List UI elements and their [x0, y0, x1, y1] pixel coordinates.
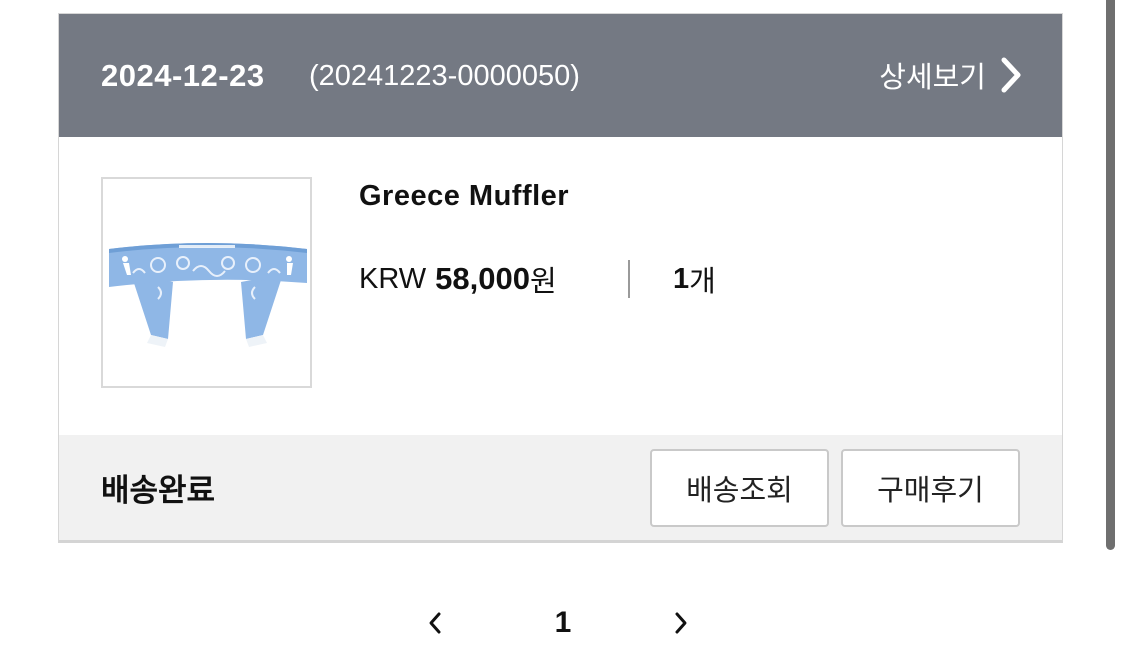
chevron-right-icon	[1001, 57, 1021, 93]
write-review-button[interactable]: 구매후기	[841, 449, 1020, 527]
delivery-status: 배송완료	[101, 473, 216, 508]
page-number-current[interactable]: 1	[548, 600, 578, 646]
scarf-image	[109, 243, 307, 347]
quantity-unit: 개	[689, 266, 716, 298]
product-thumbnail[interactable]	[101, 177, 312, 388]
order-number: (20241223-0000050)	[309, 60, 580, 92]
order-date: 2024-12-23	[101, 58, 265, 93]
price-amount: 58,000	[435, 261, 530, 296]
order-header: 2024-12-23 (20241223-0000050) 상세보기	[59, 14, 1062, 137]
detail-link[interactable]: 상세보기	[879, 54, 1022, 96]
next-page-button[interactable]	[666, 600, 696, 646]
scrollbar[interactable]	[1106, 0, 1115, 550]
prev-page-button[interactable]	[420, 600, 450, 646]
quantity-number: 1	[673, 262, 690, 295]
chevron-left-icon	[429, 612, 441, 634]
product-name[interactable]: Greece Muffler	[359, 180, 569, 213]
divider	[628, 260, 630, 298]
track-delivery-button[interactable]: 배송조회	[650, 449, 829, 527]
quantity: 1 개	[673, 259, 716, 299]
price-currency: KRW	[359, 262, 427, 295]
detail-label: 상세보기	[879, 62, 986, 94]
chevron-right-icon	[675, 612, 687, 634]
pagination: 1	[0, 600, 1125, 650]
price: KRW 58,000 원	[359, 259, 557, 299]
order-card: 2024-12-23 (20241223-0000050) 상세보기 Greec…	[58, 13, 1063, 543]
price-unit: 원	[529, 266, 557, 298]
order-footer: 배송완료 배송조회 구매후기	[59, 435, 1062, 540]
